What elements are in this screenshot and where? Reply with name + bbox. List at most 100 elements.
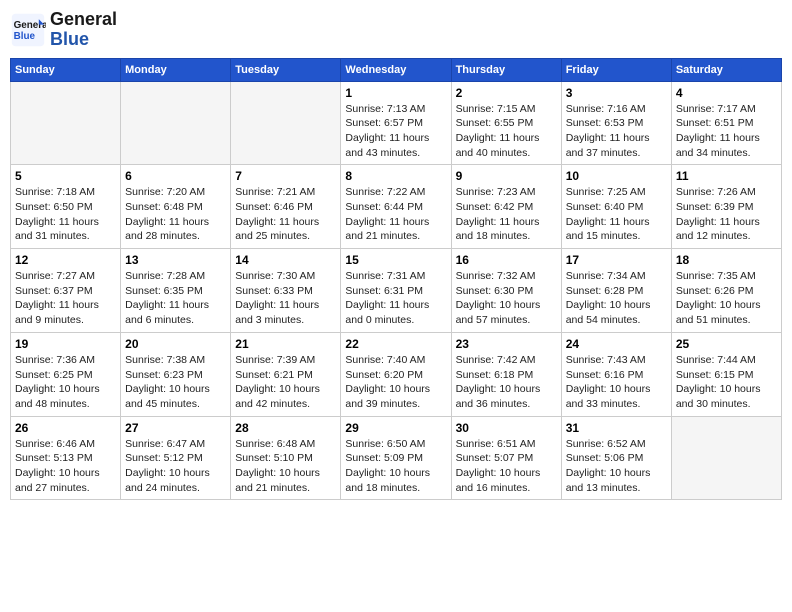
- day-number: 24: [566, 337, 667, 351]
- calendar-cell: 28Sunrise: 6:48 AM Sunset: 5:10 PM Dayli…: [231, 416, 341, 500]
- calendar-table: SundayMondayTuesdayWednesdayThursdayFrid…: [10, 58, 782, 501]
- day-number: 19: [15, 337, 116, 351]
- calendar-cell: 4 Sunrise: 7:17 AM Sunset: 6:51 PM Daylig…: [671, 81, 781, 165]
- cell-info: Sunrise: 7:42 AM Sunset: 6:18 PM Dayligh…: [456, 353, 557, 412]
- cell-info: Sunrise: 7:35 AM Sunset: 6:26 PM Dayligh…: [676, 269, 777, 328]
- day-number: 18: [676, 253, 777, 267]
- day-number: 22: [345, 337, 446, 351]
- cell-info: Sunrise: 7:21 AM Sunset: 6:46 PM Dayligh…: [235, 185, 336, 244]
- cell-info: Sunrise: 7:13 AM Sunset: 6:57 PM Dayligh…: [345, 102, 446, 161]
- weekday-header-wednesday: Wednesday: [341, 58, 451, 81]
- logo-text: General Blue: [50, 10, 117, 50]
- calendar-cell: 17 Sunrise: 7:34 AM Sunset: 6:28 PM Dayli…: [561, 249, 671, 333]
- cell-info: Sunrise: 6:48 AM Sunset: 5:10 PM Dayligh…: [235, 437, 336, 496]
- cell-info: Sunrise: 7:34 AM Sunset: 6:28 PM Dayligh…: [566, 269, 667, 328]
- day-number: 20: [125, 337, 226, 351]
- week-row-5: 26Sunrise: 6:46 AM Sunset: 5:13 PM Dayli…: [11, 416, 782, 500]
- calendar-cell: 23 Sunrise: 7:42 AM Sunset: 6:18 PM Dayli…: [451, 332, 561, 416]
- week-row-3: 12 Sunrise: 7:27 AM Sunset: 6:37 PM Dayli…: [11, 249, 782, 333]
- calendar-cell: 20 Sunrise: 7:38 AM Sunset: 6:23 PM Dayli…: [121, 332, 231, 416]
- cell-info: Sunrise: 7:31 AM Sunset: 6:31 PM Dayligh…: [345, 269, 446, 328]
- calendar-cell: 13 Sunrise: 7:28 AM Sunset: 6:35 PM Dayli…: [121, 249, 231, 333]
- calendar-cell: 25 Sunrise: 7:44 AM Sunset: 6:15 PM Dayli…: [671, 332, 781, 416]
- calendar-cell: 31Sunrise: 6:52 AM Sunset: 5:06 PM Dayli…: [561, 416, 671, 500]
- day-number: 15: [345, 253, 446, 267]
- calendar-cell: [121, 81, 231, 165]
- calendar-cell: 5 Sunrise: 7:18 AM Sunset: 6:50 PM Daylig…: [11, 165, 121, 249]
- day-number: 12: [15, 253, 116, 267]
- cell-info: Sunrise: 7:40 AM Sunset: 6:20 PM Dayligh…: [345, 353, 446, 412]
- calendar-cell: 30Sunrise: 6:51 AM Sunset: 5:07 PM Dayli…: [451, 416, 561, 500]
- day-number: 25: [676, 337, 777, 351]
- cell-info: Sunrise: 7:27 AM Sunset: 6:37 PM Dayligh…: [15, 269, 116, 328]
- weekday-header-friday: Friday: [561, 58, 671, 81]
- cell-info: Sunrise: 7:43 AM Sunset: 6:16 PM Dayligh…: [566, 353, 667, 412]
- cell-info: Sunrise: 7:22 AM Sunset: 6:44 PM Dayligh…: [345, 185, 446, 244]
- calendar-cell: 10Sunrise: 7:25 AM Sunset: 6:40 PM Dayli…: [561, 165, 671, 249]
- day-number: 26: [15, 421, 116, 435]
- calendar-cell: 12 Sunrise: 7:27 AM Sunset: 6:37 PM Dayli…: [11, 249, 121, 333]
- cell-info: Sunrise: 6:50 AM Sunset: 5:09 PM Dayligh…: [345, 437, 446, 496]
- calendar-cell: 7 Sunrise: 7:21 AM Sunset: 6:46 PM Daylig…: [231, 165, 341, 249]
- calendar-cell: 18 Sunrise: 7:35 AM Sunset: 6:26 PM Dayli…: [671, 249, 781, 333]
- day-number: 17: [566, 253, 667, 267]
- week-row-2: 5 Sunrise: 7:18 AM Sunset: 6:50 PM Daylig…: [11, 165, 782, 249]
- logo: General Blue General Blue: [10, 10, 117, 50]
- day-number: 14: [235, 253, 336, 267]
- calendar-cell: 22 Sunrise: 7:40 AM Sunset: 6:20 PM Dayli…: [341, 332, 451, 416]
- calendar-cell: 3 Sunrise: 7:16 AM Sunset: 6:53 PM Daylig…: [561, 81, 671, 165]
- calendar-cell: 16 Sunrise: 7:32 AM Sunset: 6:30 PM Dayli…: [451, 249, 561, 333]
- cell-info: Sunrise: 7:36 AM Sunset: 6:25 PM Dayligh…: [15, 353, 116, 412]
- cell-info: Sunrise: 7:28 AM Sunset: 6:35 PM Dayligh…: [125, 269, 226, 328]
- weekday-header-monday: Monday: [121, 58, 231, 81]
- day-number: 23: [456, 337, 557, 351]
- calendar-cell: 24 Sunrise: 7:43 AM Sunset: 6:16 PM Dayli…: [561, 332, 671, 416]
- calendar-cell: 19 Sunrise: 7:36 AM Sunset: 6:25 PM Dayli…: [11, 332, 121, 416]
- calendar-cell: 2Sunrise: 7:15 AM Sunset: 6:55 PM Daylig…: [451, 81, 561, 165]
- cell-info: Sunrise: 7:16 AM Sunset: 6:53 PM Dayligh…: [566, 102, 667, 161]
- cell-info: Sunrise: 7:30 AM Sunset: 6:33 PM Dayligh…: [235, 269, 336, 328]
- day-number: 30: [456, 421, 557, 435]
- cell-info: Sunrise: 7:15 AM Sunset: 6:55 PM Dayligh…: [456, 102, 557, 161]
- calendar-cell: 1 Sunrise: 7:13 AM Sunset: 6:57 PM Daylig…: [341, 81, 451, 165]
- cell-info: Sunrise: 7:44 AM Sunset: 6:15 PM Dayligh…: [676, 353, 777, 412]
- cell-info: Sunrise: 7:20 AM Sunset: 6:48 PM Dayligh…: [125, 185, 226, 244]
- day-number: 8: [345, 169, 446, 183]
- calendar-cell: 27Sunrise: 6:47 AM Sunset: 5:12 PM Dayli…: [121, 416, 231, 500]
- calendar-cell: [11, 81, 121, 165]
- day-number: 13: [125, 253, 226, 267]
- cell-info: Sunrise: 7:18 AM Sunset: 6:50 PM Dayligh…: [15, 185, 116, 244]
- day-number: 29: [345, 421, 446, 435]
- calendar-cell: 9 Sunrise: 7:23 AM Sunset: 6:42 PM Daylig…: [451, 165, 561, 249]
- calendar-cell: 11 Sunrise: 7:26 AM Sunset: 6:39 PM Dayli…: [671, 165, 781, 249]
- day-number: 4: [676, 86, 777, 100]
- calendar-cell: 29 Sunrise: 6:50 AM Sunset: 5:09 PM Dayli…: [341, 416, 451, 500]
- svg-text:Blue: Blue: [14, 31, 36, 42]
- week-row-1: 1 Sunrise: 7:13 AM Sunset: 6:57 PM Daylig…: [11, 81, 782, 165]
- cell-info: Sunrise: 6:52 AM Sunset: 5:06 PM Dayligh…: [566, 437, 667, 496]
- cell-info: Sunrise: 7:32 AM Sunset: 6:30 PM Dayligh…: [456, 269, 557, 328]
- calendar-cell: [671, 416, 781, 500]
- day-number: 1: [345, 86, 446, 100]
- cell-info: Sunrise: 7:23 AM Sunset: 6:42 PM Dayligh…: [456, 185, 557, 244]
- day-number: 16: [456, 253, 557, 267]
- day-number: 11: [676, 169, 777, 183]
- cell-info: Sunrise: 7:26 AM Sunset: 6:39 PM Dayligh…: [676, 185, 777, 244]
- day-number: 5: [15, 169, 116, 183]
- weekday-header-thursday: Thursday: [451, 58, 561, 81]
- cell-info: Sunrise: 7:25 AM Sunset: 6:40 PM Dayligh…: [566, 185, 667, 244]
- cell-info: Sunrise: 7:38 AM Sunset: 6:23 PM Dayligh…: [125, 353, 226, 412]
- page-header: General Blue General Blue: [10, 10, 782, 50]
- cell-info: Sunrise: 6:47 AM Sunset: 5:12 PM Dayligh…: [125, 437, 226, 496]
- cell-info: Sunrise: 7:39 AM Sunset: 6:21 PM Dayligh…: [235, 353, 336, 412]
- weekday-header-row: SundayMondayTuesdayWednesdayThursdayFrid…: [11, 58, 782, 81]
- day-number: 21: [235, 337, 336, 351]
- weekday-header-sunday: Sunday: [11, 58, 121, 81]
- calendar-cell: 14 Sunrise: 7:30 AM Sunset: 6:33 PM Dayli…: [231, 249, 341, 333]
- cell-info: Sunrise: 7:17 AM Sunset: 6:51 PM Dayligh…: [676, 102, 777, 161]
- day-number: 6: [125, 169, 226, 183]
- day-number: 9: [456, 169, 557, 183]
- day-number: 3: [566, 86, 667, 100]
- calendar-cell: 6 Sunrise: 7:20 AM Sunset: 6:48 PM Daylig…: [121, 165, 231, 249]
- day-number: 7: [235, 169, 336, 183]
